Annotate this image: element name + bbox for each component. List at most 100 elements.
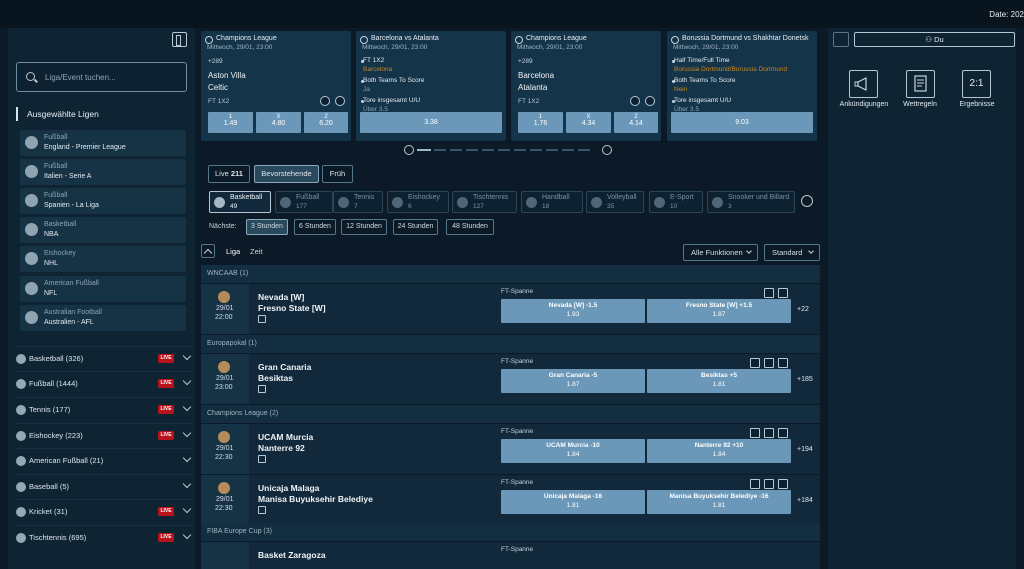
league-item[interactable]: Australian Football Australien - AFL	[20, 305, 186, 331]
sport-tab-esport[interactable]: E-Sport 10	[649, 191, 703, 213]
tab-live[interactable]: Live 211	[208, 165, 250, 183]
hours-option[interactable]: 24 Stunden	[393, 219, 438, 235]
combo-odd-button[interactable]: 9.03	[671, 112, 813, 133]
carousel-prev-icon[interactable]	[404, 145, 414, 155]
sport-tab-basketball[interactable]: Basketball 49	[209, 191, 271, 213]
odd-button[interactable]: Besiktas +5 1.81	[647, 369, 791, 393]
event-row[interactable]: 29/01 22:30 UCAM Murcia Nanterre 92 FT-Spa…	[201, 424, 820, 474]
carousel-next-icon[interactable]	[602, 145, 612, 155]
chevron-down-icon[interactable]	[182, 479, 192, 489]
carousel-dot[interactable]	[450, 149, 462, 151]
sport-item-icehockey[interactable]: Eishockey (223) LIVE	[14, 423, 194, 447]
prev-market-icon[interactable]	[764, 358, 774, 368]
sport-item-tennis[interactable]: Tennis (177) LIVE	[14, 397, 194, 421]
odd-button[interactable]: Nevada [W] -1.5 1.93	[501, 299, 645, 323]
search-input[interactable]	[45, 71, 183, 84]
stats-icon[interactable]	[258, 385, 266, 393]
featured-combo-card[interactable]: Barcelona vs Atalanta Mittwoch, 29/01, 2…	[356, 31, 506, 141]
next-market-icon[interactable]	[778, 358, 788, 368]
chevron-down-icon[interactable]	[182, 402, 192, 412]
hours-option[interactable]: 12 Stunden	[341, 219, 387, 235]
more-markets[interactable]: +22	[797, 306, 809, 313]
carousel-dot[interactable]	[498, 149, 510, 151]
odd-button[interactable]: 2 6.20	[304, 112, 348, 133]
chevron-down-icon[interactable]	[182, 504, 192, 514]
next-market-icon[interactable]	[778, 428, 788, 438]
rules-label[interactable]: Wettregeln	[890, 101, 950, 108]
odd-button[interactable]: 1 1.49	[208, 112, 253, 133]
carousel-dot[interactable]	[546, 149, 558, 151]
event-row[interactable]: Basket Zaragoza FT-Spanne	[201, 542, 820, 569]
next-market-icon[interactable]	[778, 288, 788, 298]
featured-card[interactable]: Champions League Mittwoch, 29/01, 23:00 …	[511, 31, 661, 141]
next-market-icon[interactable]	[778, 479, 788, 489]
results-icon[interactable]: 2:1	[962, 70, 991, 98]
user-button[interactable]: ⚇ Du	[854, 32, 1015, 47]
hours-option[interactable]: 3 Stunden	[246, 219, 288, 235]
league-section-header[interactable]: Champions League (2)	[201, 405, 820, 423]
odd-button[interactable]: 1 1.76	[518, 112, 563, 133]
sport-tab-handball[interactable]: Handball 18	[521, 191, 583, 213]
more-markets[interactable]: +184	[797, 497, 813, 504]
next-market-icon[interactable]	[335, 96, 345, 106]
league-item[interactable]: Basketball NBA	[20, 217, 186, 243]
carousel-dot[interactable]	[514, 149, 526, 151]
results-label[interactable]: Ergebnisse	[947, 101, 1007, 108]
odd-button[interactable]: Fresno State [W] +1.5 1.87	[647, 299, 791, 323]
add-market-icon[interactable]	[750, 479, 760, 489]
sport-tab-snooker[interactable]: Snooker und Billard 3	[707, 191, 795, 213]
league-item[interactable]: Fußball Italien - Serie A	[20, 159, 186, 185]
sports-next-icon[interactable]	[801, 195, 813, 207]
chevron-down-icon[interactable]	[182, 530, 192, 540]
event-row[interactable]: 29/01 22:00 Nevada [W] Fresno State [W] FT…	[201, 284, 820, 334]
next-market-icon[interactable]	[645, 96, 655, 106]
odd-button[interactable]: 2 4.14	[614, 112, 658, 133]
megaphone-icon[interactable]	[849, 70, 878, 98]
calendar-icon[interactable]	[833, 32, 849, 47]
event-row[interactable]: 29/01 23:00 Gran Canaria Besiktas FT-Spann…	[201, 354, 820, 404]
league-section-header[interactable]: WNCAAB (1)	[201, 265, 820, 283]
sport-item-cricket[interactable]: Kricket (31) LIVE	[14, 499, 194, 523]
odd-button[interactable]: Gran Canaria -5 1.87	[501, 369, 645, 393]
collapse-sidebar-icon[interactable]	[172, 32, 187, 47]
odd-button[interactable]: Manisa Buyuksehir Belediye -16 1.81	[647, 490, 791, 514]
chevron-down-icon[interactable]	[182, 453, 192, 463]
sport-tab-table-tennis[interactable]: Tischtennis 127	[452, 191, 517, 213]
tab-early[interactable]: Früh	[322, 165, 353, 183]
functions-dropdown[interactable]: Alle Funktionen	[683, 244, 758, 261]
prev-market-icon[interactable]	[764, 479, 774, 489]
stats-icon[interactable]	[258, 506, 266, 514]
sort-up-icon[interactable]	[201, 244, 215, 258]
sport-item-football[interactable]: Fußball (1444) LIVE	[14, 371, 194, 395]
hours-option[interactable]: 48 Stunden	[446, 219, 494, 235]
league-item[interactable]: Eishockey NHL	[20, 246, 186, 272]
carousel-dot[interactable]	[482, 149, 494, 151]
stats-icon[interactable]	[258, 315, 266, 323]
announcements-label[interactable]: Ankündigungen	[834, 101, 894, 108]
carousel-dot[interactable]	[578, 149, 590, 151]
sort-zeit[interactable]: Zeit	[250, 247, 263, 256]
sport-item-basketball[interactable]: Basketball (326) LIVE	[14, 346, 194, 370]
sport-tab-football[interactable]: Fußball 177	[275, 191, 333, 213]
tab-upcoming[interactable]: Bevorstehende	[254, 165, 319, 183]
prev-market-icon[interactable]	[320, 96, 330, 106]
sport-item-baseball[interactable]: Baseball (5)	[14, 474, 194, 498]
prev-market-icon[interactable]	[764, 288, 774, 298]
league-item[interactable]: Fußball Spanien - La Liga	[20, 188, 186, 214]
more-markets[interactable]: +194	[797, 446, 813, 453]
sport-item-table-tennis[interactable]: Tischtennis (695) LIVE	[14, 525, 194, 549]
combo-odd-button[interactable]: 3.38	[360, 112, 502, 133]
odd-button[interactable]: X 4.34	[566, 112, 611, 133]
carousel-dot[interactable]	[466, 149, 478, 151]
add-market-icon[interactable]	[750, 358, 760, 368]
odd-button[interactable]: Unicaja Malaga -16 1.81	[501, 490, 645, 514]
odd-button[interactable]: X 4.80	[256, 112, 301, 133]
league-item[interactable]: American Fußball NFL	[20, 276, 186, 302]
prev-market-icon[interactable]	[764, 428, 774, 438]
standard-dropdown[interactable]: Standard	[764, 244, 820, 261]
sport-tab-volleyball[interactable]: Volleyball 35	[586, 191, 644, 213]
league-item[interactable]: Fußball England - Premier League	[20, 130, 186, 156]
odd-button[interactable]: Nanterre 92 +10 1.84	[647, 439, 791, 463]
league-section-header[interactable]: FIBA Europe Cup (3)	[201, 523, 820, 541]
hours-option[interactable]: 6 Stunden	[294, 219, 336, 235]
